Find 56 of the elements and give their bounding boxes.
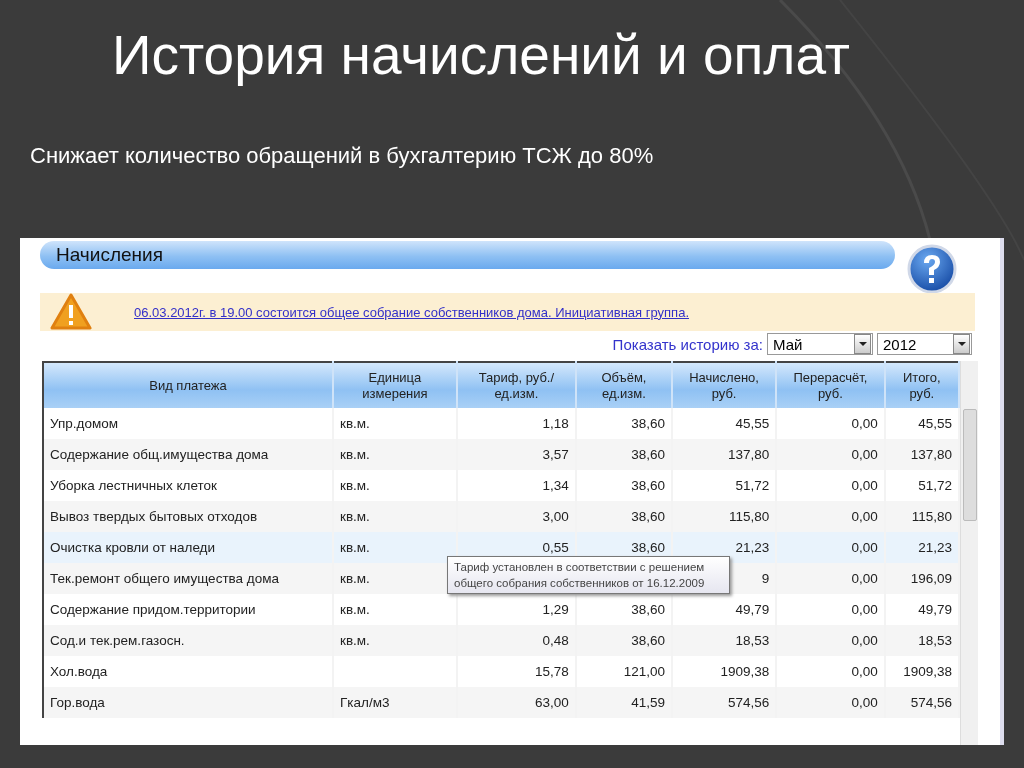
filter-label: Показать историю за:	[612, 335, 763, 353]
table-cell: 574,56	[671, 687, 777, 718]
table-cell: 196,09	[884, 563, 959, 594]
scrollbar[interactable]	[960, 361, 978, 745]
slide-title: История начислений и оплат	[112, 23, 851, 88]
table-cell: 18,53	[671, 625, 777, 656]
table-row[interactable]: Гор.вода Гкал/м3 63,00 41,59 574,56 0,00 574,56	[43, 687, 959, 718]
column-header[interactable]: Итого, руб.	[884, 362, 959, 408]
table-cell: 3,00	[456, 501, 576, 532]
table-cell: 38,60	[575, 501, 672, 532]
column-header[interactable]: Начислено, руб.	[671, 362, 777, 408]
table-cell: кв.м.	[333, 439, 457, 470]
table-cell: 574,56	[884, 687, 959, 718]
column-header[interactable]: Единица измерения	[333, 362, 457, 408]
table-cell: 0,00	[776, 439, 885, 470]
table-cell: Тек.ремонт общего имущества дома	[43, 563, 333, 594]
table-cell: 21,23	[884, 532, 959, 563]
slide-subtitle: Снижает количество обращений в бухгалтерию ТСЖ до 80%	[30, 142, 655, 170]
table-cell: 115,80	[884, 501, 959, 532]
table-cell: Сод.и тек.рем.газосн.	[43, 625, 333, 656]
table-cell: Гкал/м3	[333, 687, 457, 718]
notice-link[interactable]: 06.03.2012г. в 19.00 состоится общее собрание собственников дома. Инициативная группа.	[134, 304, 689, 320]
table-cell: 0,00	[776, 625, 885, 656]
column-header[interactable]: Тариф, руб./ед.изм.	[456, 362, 576, 408]
year-dropdown[interactable]: 2012	[877, 333, 972, 355]
table-cell: 137,80	[884, 439, 959, 470]
table-cell: 63,00	[456, 687, 576, 718]
month-dropdown[interactable]: Май	[767, 333, 873, 355]
table-cell: 38,60	[575, 625, 672, 656]
table-cell: 137,80	[671, 439, 777, 470]
table-cell: 0,48	[456, 625, 576, 656]
table-row[interactable]: Содержание общ.имущества дома кв.м. 3,57 38,60 137,80 0,00 137,80	[43, 439, 959, 470]
table-cell: 41,59	[575, 687, 672, 718]
table-cell: Содержание общ.имущества дома	[43, 439, 333, 470]
section-header: Начисления	[40, 241, 895, 269]
column-header[interactable]: Объём, ед.изм.	[575, 362, 672, 408]
warning-icon	[50, 293, 92, 331]
table-cell: Очистка кровли от наледи	[43, 532, 333, 563]
column-header[interactable]: Вид платежа	[43, 362, 333, 408]
table-cell: 0,00	[776, 687, 885, 718]
table-cell: кв.м.	[333, 532, 457, 563]
column-header[interactable]: Перерасчёт, руб.	[776, 362, 885, 408]
table-row[interactable]: Вывоз твердых бытовых отходов кв.м. 3,00 38,60 115,80 0,00 115,80	[43, 501, 959, 532]
table-cell: 38,60	[575, 439, 672, 470]
help-icon[interactable]	[907, 244, 957, 294]
table-cell: 0,00	[776, 532, 885, 563]
table-cell: кв.м.	[333, 501, 457, 532]
table-cell: 18,53	[884, 625, 959, 656]
table-cell: Гор.вода	[43, 687, 333, 718]
table-row[interactable]: Сод.и тек.рем.газосн. кв.м. 0,48 38,60 18,53 0,00 18,53	[43, 625, 959, 656]
table-cell: 0,00	[776, 501, 885, 532]
table-cell: 115,80	[671, 501, 777, 532]
table-cell: 3,57	[456, 439, 576, 470]
table-cell: кв.м.	[333, 625, 457, 656]
table-cell: 0,00	[776, 563, 885, 594]
table-cell: Вывоз твердых бытовых отходов	[43, 501, 333, 532]
